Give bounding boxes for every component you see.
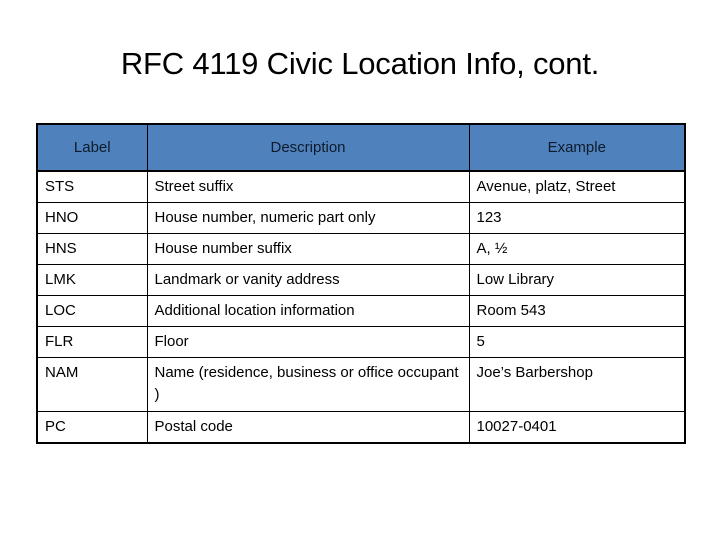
table-row: HNS House number suffix A, ½	[36, 233, 686, 265]
civic-location-table: Label Description Example STS Street suf…	[36, 123, 686, 444]
cell-example: Low Library	[468, 264, 686, 296]
cell-label-text: STS	[45, 178, 75, 195]
cell-label-text: FLR	[45, 333, 74, 350]
table-row: FLR Floor 5	[36, 326, 686, 358]
cell-example-text: Room 543	[476, 302, 546, 319]
cell-example: A, ½	[468, 233, 686, 265]
cell-description: Name (residence, business or office occu…	[146, 357, 470, 412]
civic-location-table-container: Label Description Example STS Street suf…	[36, 123, 686, 444]
cell-example: Room 543	[468, 295, 686, 327]
table-row: LMK Landmark or vanity address Low Libra…	[36, 264, 686, 296]
cell-example: 5	[468, 326, 686, 358]
column-header-example: Example	[468, 123, 686, 172]
cell-description-text: House number, numeric part only	[154, 209, 376, 226]
cell-example-text: 123	[476, 209, 502, 226]
cell-label-text: HNO	[45, 209, 79, 226]
cell-description: Postal code	[146, 411, 470, 444]
cell-label: NAM	[36, 357, 148, 412]
cell-description: Floor	[146, 326, 470, 358]
cell-label: PC	[36, 411, 148, 444]
column-header-label: Label	[36, 123, 148, 172]
table-header-row: Label Description Example	[36, 123, 686, 172]
cell-description-text: Name (residence, business or office occu…	[154, 364, 459, 403]
cell-label-text: HNS	[45, 240, 77, 257]
cell-example: 10027-0401	[468, 411, 686, 444]
cell-description-text: Landmark or vanity address	[154, 271, 340, 288]
cell-example: Avenue, platz, Street	[468, 170, 686, 203]
cell-label-text: LOC	[45, 302, 76, 319]
cell-example-text: Low Library	[476, 271, 555, 288]
cell-description-text: Floor	[154, 333, 189, 350]
cell-label-text: LMK	[45, 271, 76, 288]
table-row: HNO House number, numeric part only 123	[36, 202, 686, 234]
cell-example-text: Avenue, platz, Street	[476, 178, 616, 195]
column-header-example-text: Example	[547, 138, 606, 156]
slide: RFC 4119 Civic Location Info, cont. Labe…	[0, 0, 720, 540]
cell-example: Joe’s Barbershop	[468, 357, 686, 412]
cell-description-text: Street suffix	[154, 178, 234, 195]
cell-example-text: A, ½	[476, 240, 508, 257]
cell-label: STS	[36, 170, 148, 203]
cell-label-text: NAM	[45, 364, 79, 381]
cell-label: LMK	[36, 264, 148, 296]
table-header: Label Description Example	[36, 123, 686, 172]
column-header-description: Description	[146, 123, 470, 172]
cell-example-text: 5	[476, 333, 485, 350]
cell-label-text: PC	[45, 418, 66, 435]
page-title: RFC 4119 Civic Location Info, cont.	[120, 46, 600, 81]
cell-description-text: House number suffix	[154, 240, 292, 257]
cell-example-text: 10027-0401	[476, 418, 557, 435]
column-header-label-text: Label	[73, 138, 111, 156]
cell-description: Landmark or vanity address	[146, 264, 470, 296]
cell-description-text: Postal code	[154, 418, 233, 435]
cell-label: HNS	[36, 233, 148, 265]
cell-description: House number suffix	[146, 233, 470, 265]
table-row: PC Postal code 10027-0401	[36, 411, 686, 444]
cell-example: 123	[468, 202, 686, 234]
cell-label: HNO	[36, 202, 148, 234]
table-body: STS Street suffix Avenue, platz, Street …	[36, 170, 686, 444]
cell-description: Street suffix	[146, 170, 470, 203]
column-header-description-text: Description	[270, 138, 346, 156]
table-row: NAM Name (residence, business or office …	[36, 357, 686, 412]
cell-description: Additional location information	[146, 295, 470, 327]
cell-description: House number, numeric part only	[146, 202, 470, 234]
table-row: STS Street suffix Avenue, platz, Street	[36, 170, 686, 203]
cell-description-text: Additional location information	[154, 302, 355, 319]
cell-label: LOC	[36, 295, 148, 327]
cell-example-text: Joe’s Barbershop	[476, 364, 593, 381]
table-row: LOC Additional location information Room…	[36, 295, 686, 327]
cell-label: FLR	[36, 326, 148, 358]
